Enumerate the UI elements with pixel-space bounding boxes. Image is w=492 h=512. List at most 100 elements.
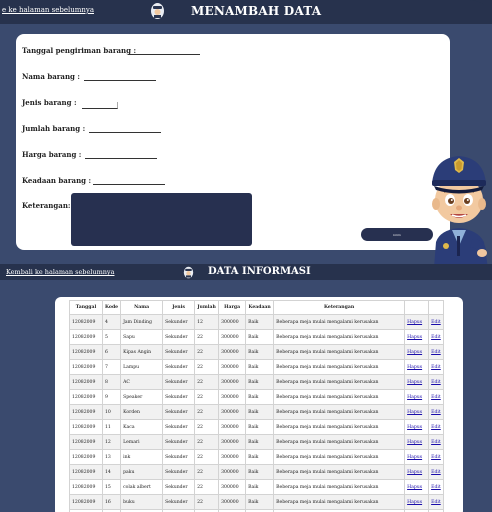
table-cell: Lampu bbox=[120, 359, 164, 375]
table-row: 12082009 14 paku Sekunder 22 300000 Baik Bebera… bbox=[69, 464, 445, 480]
table-cell: Hapus bbox=[404, 389, 430, 405]
table-cell: Baik bbox=[245, 359, 275, 375]
table-cell: Beberapa meja mulai mengalami kerusakan bbox=[273, 479, 406, 495]
back-link-2[interactable]: Kembali ke halaman sebelumnya bbox=[6, 268, 114, 276]
table-cell: Beberapa meja mulai mengalami kerusakan bbox=[273, 374, 406, 390]
edit-link[interactable]: Edit bbox=[431, 380, 441, 385]
column-header bbox=[428, 300, 445, 315]
column-header bbox=[404, 300, 430, 315]
hapus-link[interactable]: Hapus bbox=[407, 455, 422, 460]
table-cell: 22 bbox=[194, 419, 220, 435]
edit-link[interactable]: Edit bbox=[431, 485, 441, 490]
table-row: 12082009 9 Speaker Sekunder 22 300000 Baik Bebe… bbox=[69, 389, 445, 405]
hapus-link[interactable]: Hapus bbox=[407, 320, 422, 325]
table-cell: Hapus bbox=[404, 434, 430, 450]
edit-link[interactable]: Edit bbox=[431, 395, 441, 400]
table-cell: 22 bbox=[194, 359, 220, 375]
hapus-link[interactable]: Hapus bbox=[407, 365, 422, 370]
table-cell: Baik bbox=[245, 479, 275, 495]
table-cell: Baik bbox=[245, 404, 275, 420]
table-cell: colak albert bbox=[120, 479, 164, 495]
table-row: 12082009 11 Kaca Sekunder 22 300000 Baik Bebera… bbox=[69, 419, 445, 435]
hapus-link[interactable]: Hapus bbox=[407, 350, 422, 355]
table-row: 12082009 16 buku Sekunder 22 300000 Baik Bebera… bbox=[69, 494, 445, 510]
table-cell: Sekunder bbox=[162, 449, 196, 465]
data-table: Tanggal Kode Nama Jenis Jumlah Harga Kea… bbox=[69, 300, 445, 512]
jenis-select[interactable] bbox=[82, 102, 118, 109]
column-header: Nama bbox=[120, 300, 164, 315]
table-cell: 22 bbox=[194, 494, 220, 510]
back-link[interactable]: e ke halaman sebelumnya bbox=[2, 6, 94, 14]
edit-link[interactable]: Edit bbox=[431, 335, 441, 340]
table-cell: Beberapa meja mulai mengalami kerusakan bbox=[273, 314, 406, 330]
edit-link[interactable]: Edit bbox=[431, 365, 441, 370]
column-header: Keadaan bbox=[245, 300, 275, 315]
table-cell: Jam Dinding bbox=[120, 314, 164, 330]
keterangan-textarea[interactable] bbox=[71, 193, 252, 246]
page-title: MENAMBAH DATA bbox=[191, 4, 322, 18]
table-cell: 12082009 bbox=[69, 464, 103, 480]
keterangan-label: Keterangan: bbox=[22, 201, 71, 210]
table-cell: 22 bbox=[194, 479, 220, 495]
table-cell: 16 bbox=[101, 494, 122, 510]
hapus-link[interactable]: Hapus bbox=[407, 440, 422, 445]
table-cell: 300000 bbox=[218, 449, 247, 465]
table-cell: Hapus bbox=[404, 404, 430, 420]
table-cell: Baik bbox=[245, 464, 275, 480]
table-cell: buku bbox=[120, 494, 164, 510]
table-cell: Sekunder bbox=[162, 419, 196, 435]
table-cell: 300000 bbox=[218, 344, 247, 360]
hapus-link[interactable]: Hapus bbox=[407, 380, 422, 385]
hapus-link[interactable]: Hapus bbox=[407, 395, 422, 400]
table-cell: Speaker bbox=[120, 389, 164, 405]
table-cell: 22 bbox=[194, 404, 220, 420]
keadaan-label: Keadaan barang : bbox=[22, 176, 92, 185]
hapus-link[interactable]: Hapus bbox=[407, 500, 422, 505]
table-cell: 300000 bbox=[218, 329, 247, 345]
edit-link[interactable]: Edit bbox=[431, 455, 441, 460]
table-cell: Sekunder bbox=[162, 344, 196, 360]
table-row: 12082009 15 colak albert Sekunder 22 300000 Ba… bbox=[69, 479, 445, 495]
edit-link[interactable]: Edit bbox=[431, 425, 441, 430]
harga-input[interactable] bbox=[85, 158, 157, 159]
table-cell: Lemari bbox=[120, 434, 164, 450]
column-header: Tanggal bbox=[69, 300, 103, 315]
table-cell: Edit bbox=[428, 314, 445, 330]
table-cell: Baik bbox=[245, 314, 275, 330]
edit-link[interactable]: Edit bbox=[431, 410, 441, 415]
table-row: 12082009 6 Kipas Angin Sekunder 22 300000 Baik… bbox=[69, 344, 445, 360]
table-cell: AC bbox=[120, 374, 164, 390]
table-cell: 12082009 bbox=[69, 329, 103, 345]
table-cell: 12082009 bbox=[69, 389, 103, 405]
hapus-link[interactable]: Hapus bbox=[407, 335, 422, 340]
hapus-link[interactable]: Hapus bbox=[407, 425, 422, 430]
jumlah-input[interactable] bbox=[89, 132, 161, 133]
hapus-link[interactable]: Hapus bbox=[407, 470, 422, 475]
table-cell: 9 bbox=[101, 389, 122, 405]
hapus-link[interactable]: Hapus bbox=[407, 410, 422, 415]
edit-link[interactable]: Edit bbox=[431, 350, 441, 355]
table-cell: 300000 bbox=[218, 404, 247, 420]
table-cell: 12 bbox=[101, 434, 122, 450]
table-cell: Beberapa meja mulai mengalami kerusakan bbox=[273, 494, 406, 510]
edit-link[interactable]: Edit bbox=[431, 470, 441, 475]
table-cell: 22 bbox=[194, 434, 220, 450]
submit-button[interactable]: kirim bbox=[361, 228, 433, 241]
edit-link[interactable]: Edit bbox=[431, 440, 441, 445]
table-cell: 22 bbox=[194, 344, 220, 360]
table-cell: Sekunder bbox=[162, 479, 196, 495]
hapus-link[interactable]: Hapus bbox=[407, 485, 422, 490]
table-cell: 12082009 bbox=[69, 314, 103, 330]
keadaan-input[interactable] bbox=[93, 184, 165, 185]
table-cell: 14 bbox=[101, 464, 122, 480]
edit-link[interactable]: Edit bbox=[431, 320, 441, 325]
table-cell: 12082009 bbox=[69, 479, 103, 495]
table-cell: Hapus bbox=[404, 494, 430, 510]
edit-link[interactable]: Edit bbox=[431, 500, 441, 505]
nama-input[interactable] bbox=[84, 80, 156, 81]
table-cell: Hapus bbox=[404, 374, 430, 390]
table-cell: Sekunder bbox=[162, 389, 196, 405]
tanggal-input[interactable] bbox=[128, 54, 200, 55]
table-cell: Sekunder bbox=[162, 494, 196, 510]
table-cell: Edit bbox=[428, 449, 445, 465]
